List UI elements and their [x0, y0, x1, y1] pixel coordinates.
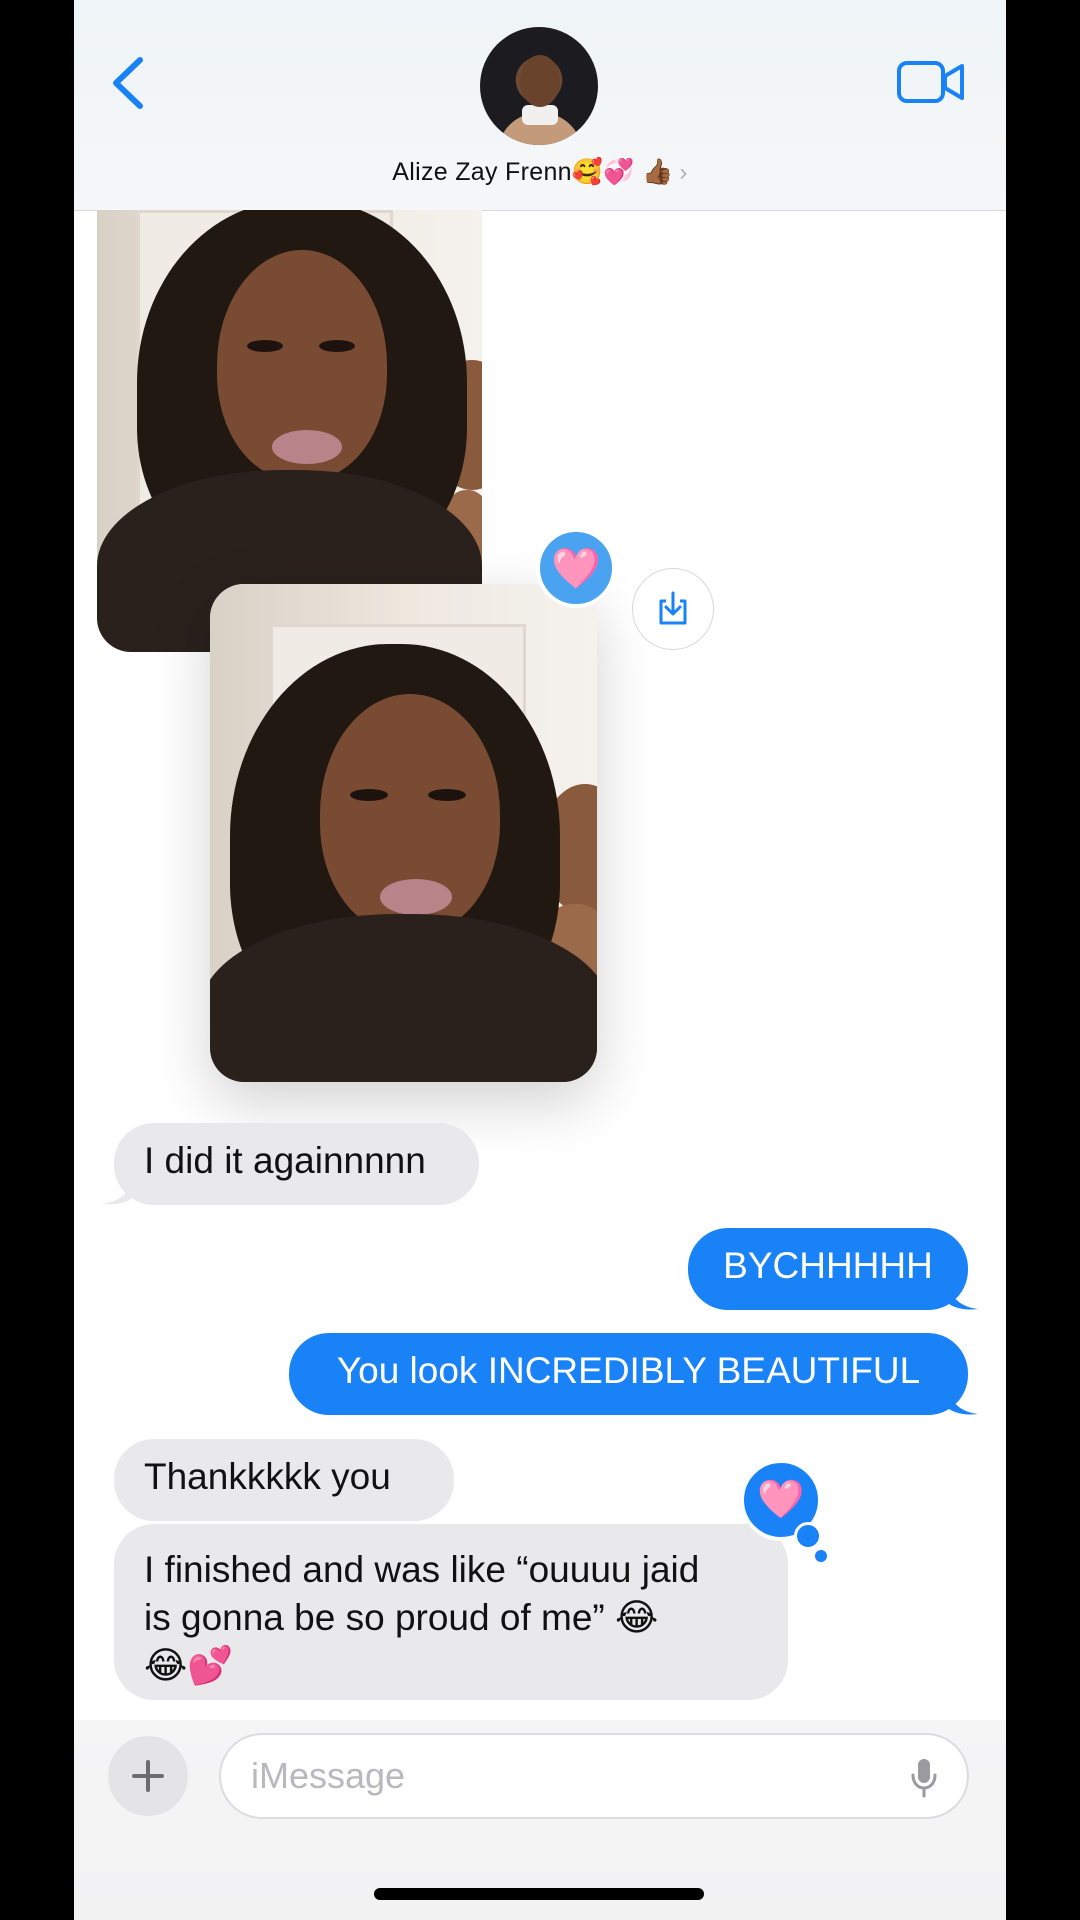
facetime-video-button[interactable] [896, 58, 966, 106]
video-camera-icon [897, 61, 964, 103]
heart-icon: 🩷 [551, 546, 601, 591]
message-input-placeholder: iMessage [251, 1755, 406, 1796]
incoming-message[interactable]: I did it againnnnn [114, 1123, 479, 1205]
conversation-header: Alize Zay Frenn🥰💞 👍🏾 › [74, 0, 1006, 211]
home-indicator[interactable] [374, 1888, 704, 1900]
tapback-tail-dot [815, 1550, 827, 1562]
avatar[interactable] [480, 27, 598, 145]
incoming-message[interactable]: Thankkkkk you [114, 1439, 454, 1521]
back-chevron-icon [113, 57, 143, 109]
tapback-tail-dot [794, 1522, 822, 1550]
back-button[interactable] [104, 52, 154, 114]
bubble-tail [948, 1386, 978, 1415]
plus-icon [132, 1760, 164, 1792]
outgoing-message[interactable]: You look INCREDIBLY BEAUTIFUL [289, 1333, 968, 1415]
download-icon [659, 591, 687, 625]
heart-icon: 🩷 [757, 1479, 805, 1521]
heart-tapback-photo[interactable]: 🩷 [536, 528, 616, 608]
contact-name: Alize Zay Frenn🥰💞 👍🏾 [392, 158, 674, 186]
save-photo-button[interactable] [632, 568, 714, 650]
incoming-message[interactable]: I finished and was like “ouuuu jaid is g… [114, 1524, 788, 1700]
message-input[interactable]: iMessage [219, 1733, 969, 1819]
contact-name-button[interactable]: Alize Zay Frenn🥰💞 👍🏾 › [74, 158, 1006, 187]
outgoing-message[interactable]: BYCHHHHH [688, 1228, 968, 1310]
chevron-right-icon: › [679, 159, 688, 186]
photo-attachment-2[interactable] [210, 584, 597, 1082]
messages-screen: Alize Zay Frenn🥰💞 👍🏾 › 🩷 I did it againn… [74, 0, 1006, 1920]
add-attachment-button[interactable] [108, 1736, 188, 1816]
bubble-tail [948, 1281, 978, 1310]
bubble-tail [102, 1176, 132, 1205]
microphone-icon[interactable] [909, 1757, 939, 1799]
